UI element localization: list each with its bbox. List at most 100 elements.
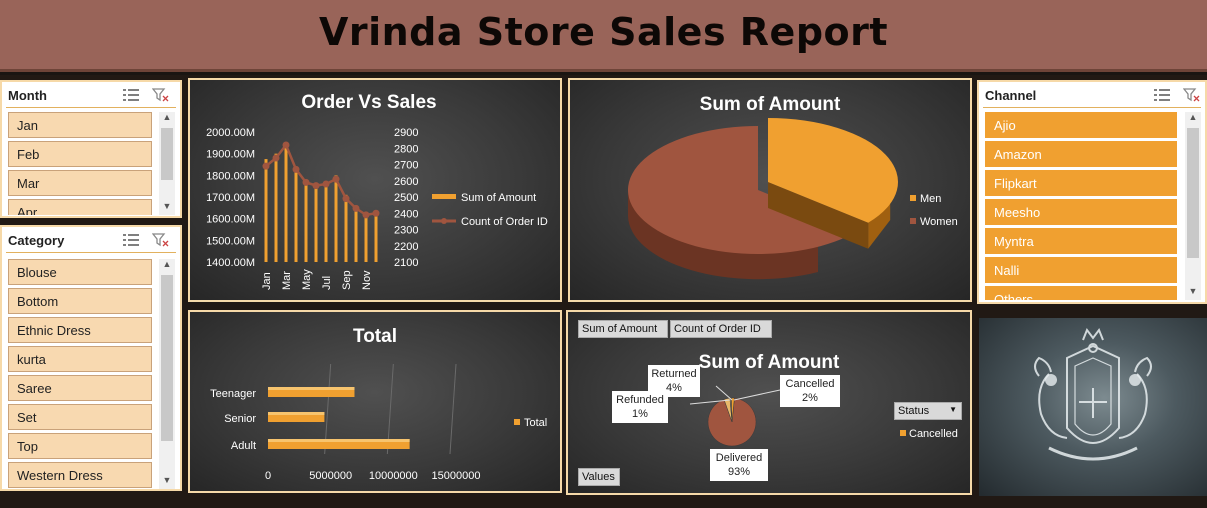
leader-line: [715, 385, 733, 401]
scrollbar-thumb[interactable]: [161, 128, 173, 180]
order-vs-sales-plot: 2000.00M 1900.00M 1800.00M 1700.00M 1600.00M…: [206, 127, 548, 290]
bar-sum-of-amount: [334, 175, 338, 262]
order-vs-sales-chart[interactable]: Order Vs Sales 2000.00M 1900.00M 1800.00M 1…: [188, 78, 562, 302]
slicer-item-mar[interactable]: Mar: [8, 170, 152, 196]
point-count-of-order-id: [292, 165, 300, 173]
gender-pie-plot: Men Women: [628, 118, 958, 280]
x-tick-label: May: [301, 269, 313, 290]
slicer-item-saree[interactable]: Saree: [8, 375, 152, 401]
scroll-down-icon[interactable]: ▼: [1185, 286, 1201, 300]
scroll-up-icon[interactable]: ▲: [1185, 112, 1201, 126]
clear-filter-icon[interactable]: [1183, 88, 1201, 102]
point-count-of-order-id: [312, 182, 320, 190]
legend-marker: [441, 218, 447, 224]
month-scrollbar[interactable]: ▲ ▼: [159, 112, 175, 215]
slicer-item-ethnic-dress[interactable]: Ethnic Dress: [8, 317, 152, 343]
callout-delivered: Delivered 93%: [710, 449, 768, 481]
y-right-tick-label: 2900: [394, 127, 418, 139]
slicer-item-ajio[interactable]: Ajio: [985, 112, 1177, 138]
slicer-item-kurta[interactable]: kurta: [8, 346, 152, 372]
category-scrollbar[interactable]: ▲ ▼: [159, 259, 175, 489]
x-tick-label: Jan: [261, 272, 273, 290]
legend-label: Sum of Amount: [461, 192, 536, 204]
month-slicer: Month Jan Feb Mar Apr ▲ ▼: [0, 80, 182, 218]
slicer-item-meesho[interactable]: Meesho: [985, 199, 1177, 225]
channel-slicer-header: Channel: [983, 82, 1201, 108]
x-tick-label: Sep: [341, 270, 353, 290]
channel-slicer-title: Channel: [985, 88, 1037, 103]
bar-sum-of-amount: [374, 213, 378, 262]
slicer-item-western-dress[interactable]: Western Dress: [8, 462, 152, 488]
channel-slicer: Channel Ajio Amazon Flipkart Meesho Mynt…: [977, 80, 1207, 304]
bar-sum-of-amount: [264, 159, 268, 262]
point-count-of-order-id: [372, 209, 380, 217]
multi-select-icon[interactable]: [122, 233, 140, 247]
slicer-item-amazon[interactable]: Amazon: [985, 141, 1177, 167]
scroll-up-icon[interactable]: ▲: [159, 112, 175, 126]
callout-pct: 4%: [666, 382, 682, 394]
gender-pie-chart[interactable]: Sum of Amount Men Women: [568, 78, 972, 302]
status-filter-label: Status: [898, 405, 930, 417]
slicer-item-feb[interactable]: Feb: [8, 141, 152, 167]
y-left-tick-label: 1900.00M: [206, 149, 255, 161]
scrollbar-thumb[interactable]: [161, 275, 173, 441]
bar-sum-of-amount: [314, 182, 318, 262]
point-count-of-order-id: [332, 175, 340, 183]
point-count-of-order-id: [272, 154, 280, 162]
y-right-tick-label: 2800: [394, 143, 418, 155]
legend-label-cancelled: Cancelled: [909, 428, 958, 440]
point-count-of-order-id: [302, 178, 310, 186]
slicer-item-nalli[interactable]: Nalli: [985, 257, 1177, 283]
point-count-of-order-id: [362, 211, 370, 219]
bar-sum-of-amount: [364, 213, 368, 262]
line-count-of-order-id: [265, 142, 377, 217]
legend-label-men: Men: [920, 193, 941, 205]
legend-swatch-cancelled: [900, 430, 906, 436]
report-title: Vrinda Store Sales Report: [318, 10, 889, 54]
scroll-up-icon[interactable]: ▲: [159, 259, 175, 273]
bar-highlight: [268, 439, 410, 442]
point-count-of-order-id: [322, 180, 330, 188]
clear-filter-icon[interactable]: [152, 233, 170, 247]
slicer-item-others[interactable]: Others: [985, 286, 1177, 300]
category-slicer-list: Blouse Bottom Ethnic Dress kurta Saree S…: [2, 259, 158, 489]
status-pie-chart[interactable]: Sum of Amount Count of Order ID Sum of A…: [566, 310, 972, 495]
multi-select-icon[interactable]: [122, 88, 140, 102]
y-right-tick-label: 2100: [394, 257, 418, 269]
month-slicer-header: Month: [6, 82, 176, 108]
slicer-item-myntra[interactable]: Myntra: [985, 228, 1177, 254]
leader-line: [733, 389, 781, 401]
scroll-down-icon[interactable]: ▼: [159, 475, 175, 489]
values-button[interactable]: Values: [578, 468, 620, 486]
scrollbar-thumb[interactable]: [1187, 128, 1199, 258]
status-filter-button[interactable]: Status ▼: [894, 402, 962, 420]
callout-pct: 1%: [632, 408, 648, 420]
legend-swatch-sum-of-amount: [432, 194, 456, 199]
category-slicer-title: Category: [8, 233, 65, 248]
x-tick-label: Jul: [321, 276, 333, 290]
slicer-item-jan[interactable]: Jan: [8, 112, 152, 138]
denim-library-logo-image: [979, 318, 1207, 496]
multi-select-icon[interactable]: [1153, 88, 1171, 102]
gridline: [449, 363, 457, 455]
age-group-bar-chart[interactable]: Total 0 5000000 10000000 15000000 Teenager Se…: [188, 310, 562, 493]
crest-emblem: [1034, 327, 1152, 461]
callout-pct: 2%: [802, 392, 818, 404]
slicer-item-set[interactable]: Set: [8, 404, 152, 430]
legend-swatch-total: [514, 419, 520, 425]
age-group-plot: 0 5000000 10000000 15000000 Teenager Senior Ad…: [210, 363, 547, 482]
y-right-tick-label: 2400: [394, 208, 418, 220]
slicer-item-top[interactable]: Top: [8, 433, 152, 459]
callout-name: Refunded: [616, 394, 664, 406]
slicer-item-blouse[interactable]: Blouse: [8, 259, 152, 285]
y-left-tick-label: 1800.00M: [206, 170, 255, 182]
callout-pct: 93%: [727, 466, 751, 478]
scroll-down-icon[interactable]: ▼: [159, 201, 175, 215]
category-slicer: Category Blouse Bottom Ethnic Dress kurt…: [0, 225, 182, 491]
slicer-item-bottom[interactable]: Bottom: [8, 288, 152, 314]
channel-scrollbar[interactable]: ▲ ▼: [1185, 112, 1201, 300]
slicer-item-flipkart[interactable]: Flipkart: [985, 170, 1177, 196]
clear-filter-icon[interactable]: [152, 88, 170, 102]
bar-sum-of-amount: [284, 143, 288, 262]
slicer-item-apr[interactable]: Apr: [8, 199, 152, 215]
